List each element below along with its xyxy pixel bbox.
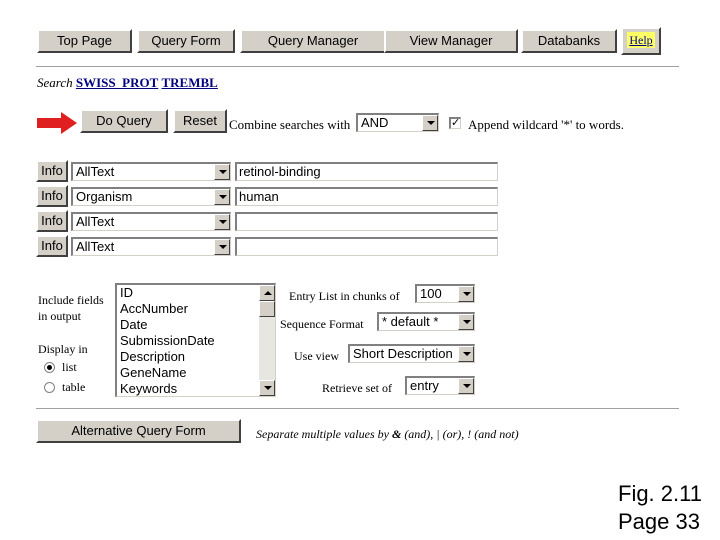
- use-view-label: Use view: [294, 349, 339, 363]
- display-table-radio[interactable]: [44, 382, 55, 393]
- seq-format-select[interactable]: * default *: [377, 312, 475, 331]
- chevron-down-icon: [422, 115, 438, 131]
- field-select[interactable]: Organism: [71, 187, 231, 206]
- display-list-radio[interactable]: [44, 362, 55, 373]
- chevron-down-icon: [458, 314, 474, 330]
- search-term-input[interactable]: human: [235, 187, 498, 206]
- chevron-down-icon: [214, 239, 230, 255]
- use-view-value: Short Description: [353, 346, 453, 361]
- query-manager-button[interactable]: Query Manager: [240, 29, 386, 53]
- info-button[interactable]: Info: [36, 160, 68, 182]
- scroll-down-icon[interactable]: [259, 380, 275, 396]
- alternative-query-form-button[interactable]: Alternative Query Form: [36, 419, 241, 443]
- chevron-down-icon: [214, 189, 230, 205]
- combine-label: Combine searches with: [229, 117, 351, 132]
- seq-format-value: * default *: [382, 314, 439, 329]
- chevron-down-icon: [458, 346, 474, 362]
- list-item[interactable]: SubmissionDate: [117, 333, 275, 349]
- check-icon: ✓: [451, 117, 461, 129]
- swissprot-link[interactable]: SWISS_PROT: [76, 75, 158, 90]
- list-item[interactable]: AccNumber: [117, 301, 275, 317]
- chunks-select[interactable]: 100: [415, 284, 475, 303]
- list-item[interactable]: Description: [117, 349, 275, 365]
- retrieve-select[interactable]: entry: [405, 376, 475, 395]
- wildcard-label: Append wildcard '*' to words.: [468, 117, 624, 132]
- chevron-down-icon: [458, 378, 474, 394]
- scroll-up-icon[interactable]: [259, 285, 275, 301]
- query-form-button[interactable]: Query Form: [137, 29, 235, 53]
- chunks-value: 100: [420, 286, 442, 301]
- chunks-label: Entry List in chunks of: [289, 289, 400, 303]
- search-term-input[interactable]: retinol-binding: [235, 162, 498, 181]
- use-view-select[interactable]: Short Description: [348, 344, 475, 363]
- info-button[interactable]: Info: [36, 235, 68, 257]
- separate-note-pre: Separate multiple values by: [256, 427, 389, 441]
- divider-bottom: [36, 408, 679, 410]
- retrieve-value: entry: [410, 378, 439, 393]
- trembl-link[interactable]: TREMBL: [162, 75, 218, 90]
- top-page-button[interactable]: Top Page: [37, 29, 132, 53]
- include-fields-line1: Include fields: [38, 293, 104, 307]
- divider-top: [36, 66, 679, 68]
- include-fields-line2: in output: [38, 309, 82, 323]
- retrieve-label: Retrieve set of: [322, 381, 392, 395]
- include-fields-listbox[interactable]: ID AccNumber Date SubmissionDate Descrip…: [115, 283, 276, 397]
- search-term-input[interactable]: [235, 212, 498, 231]
- display-list-label: list: [62, 360, 77, 374]
- info-button[interactable]: Info: [36, 210, 68, 232]
- display-table-label: table: [62, 380, 86, 394]
- list-item[interactable]: Date: [117, 317, 275, 333]
- reset-button[interactable]: Reset: [173, 109, 227, 133]
- field-value: Organism: [76, 189, 133, 204]
- search-prefix: Search: [37, 75, 73, 90]
- field-select[interactable]: AllText: [71, 212, 231, 231]
- view-manager-button[interactable]: View Manager: [384, 29, 518, 53]
- wildcard-checkbox[interactable]: ✓: [449, 117, 461, 129]
- scroll-thumb[interactable]: [259, 301, 275, 317]
- info-button[interactable]: Info: [36, 185, 68, 207]
- field-select[interactable]: AllText: [71, 162, 231, 181]
- listbox-scrollbar[interactable]: [259, 285, 275, 396]
- field-value: AllText: [76, 239, 115, 254]
- combine-select[interactable]: AND: [356, 113, 439, 132]
- chevron-down-icon: [214, 164, 230, 180]
- do-query-button[interactable]: Do Query: [80, 109, 168, 133]
- include-fields-label: Include fields in output: [38, 292, 104, 324]
- help-label: Help: [627, 32, 655, 48]
- pointer-arrow-icon: [37, 112, 77, 134]
- field-select[interactable]: AllText: [71, 237, 231, 256]
- figure-caption: Fig. 2.11 Page 33: [618, 480, 702, 536]
- list-item[interactable]: Keywords: [117, 381, 275, 396]
- list-item[interactable]: GeneName: [117, 365, 275, 381]
- figure-number: Fig. 2.11: [618, 481, 702, 506]
- chevron-down-icon: [458, 286, 474, 302]
- list-item[interactable]: ID: [117, 285, 275, 301]
- search-term-input[interactable]: [235, 237, 498, 256]
- field-value: AllText: [76, 214, 115, 229]
- separate-and-symbol: &: [391, 427, 402, 441]
- display-in-label: Display in: [38, 342, 88, 356]
- help-button[interactable]: Help: [621, 27, 661, 55]
- databanks-button[interactable]: Databanks: [521, 29, 617, 53]
- separate-note: Separate multiple values by & (and), | (…: [256, 427, 519, 442]
- separate-note-post: (and), | (or), ! (and not): [404, 427, 519, 441]
- combine-value: AND: [361, 115, 389, 130]
- field-value: AllText: [76, 164, 115, 179]
- chevron-down-icon: [214, 214, 230, 230]
- seq-format-label: Sequence Format: [280, 317, 364, 331]
- search-line: Search SWISS_PROT TREMBL: [37, 75, 218, 91]
- page-number: Page 33: [618, 509, 700, 534]
